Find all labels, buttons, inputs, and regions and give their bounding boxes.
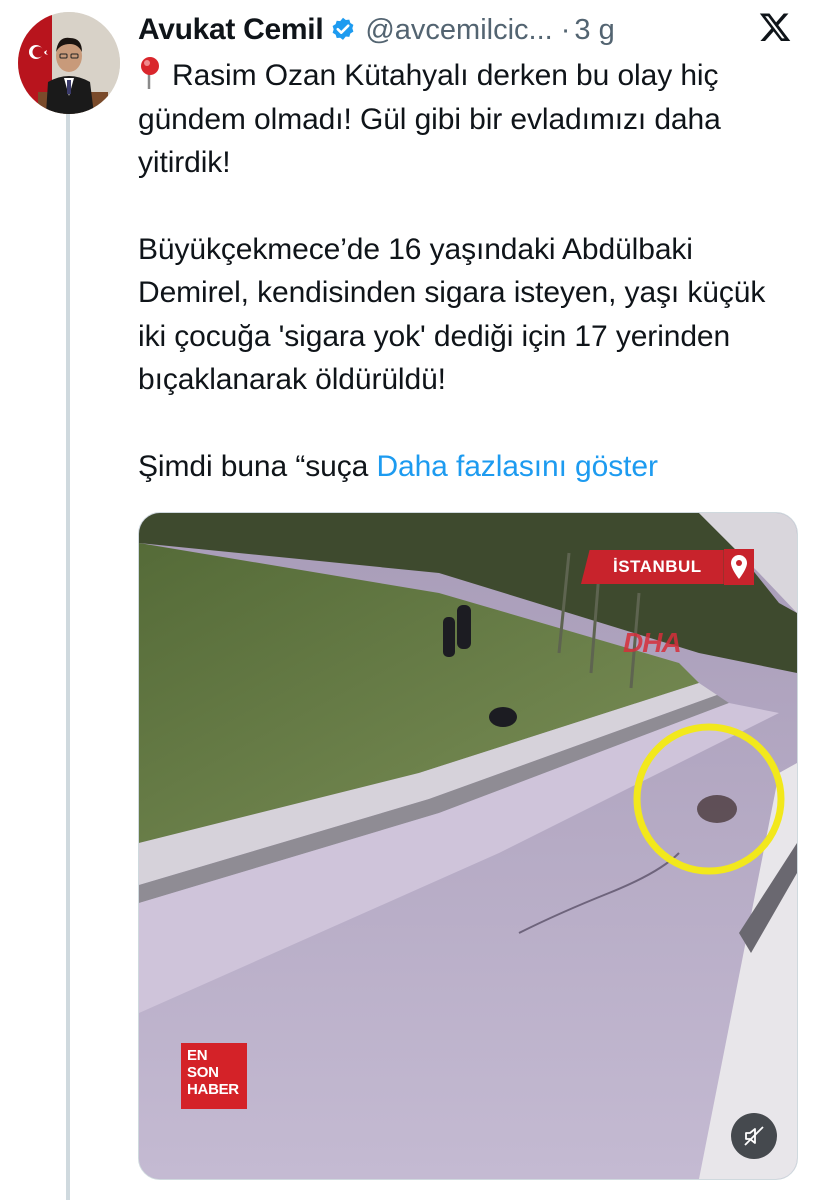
- separator-dot: ·: [560, 13, 571, 46]
- speaker-muted-icon: [744, 1126, 764, 1146]
- location-badge: İSTANBUL: [581, 549, 767, 585]
- x-logo-icon[interactable]: [757, 10, 793, 44]
- en-son-haber-logo: EN SON HABER: [181, 1043, 247, 1109]
- round-pushpin-icon: [141, 57, 159, 89]
- show-more-link[interactable]: Daha fazlasını göster: [376, 450, 658, 483]
- dha-watermark: DHA: [623, 627, 682, 658]
- tweet-paragraph-2: Büyükçekmece’de 16 yaşındaki Abdülbaki D…: [138, 232, 766, 397]
- tweet-text-line-1: Rasim Ozan Kütahyalı derken bu olay hiç …: [138, 59, 721, 179]
- logo-line-2: SON: [187, 1064, 219, 1081]
- tweet-paragraph-1: Rasim Ozan Kütahyalı derken bu olay hiç …: [138, 54, 788, 185]
- author-name[interactable]: Avukat Cemil: [138, 13, 324, 47]
- avatar-photo: [18, 12, 120, 114]
- tweet-header: Avukat Cemil @avcemilcic... · 3 g: [138, 8, 798, 52]
- video-player[interactable]: İSTANBUL DHA EN SON HABER: [138, 512, 798, 1180]
- location-label: İSTANBUL: [581, 550, 724, 584]
- verified-badge-icon: [332, 17, 354, 40]
- mute-button[interactable]: [731, 1113, 777, 1159]
- tweet-text: Rasim Ozan Kütahyalı derken bu olay hiç …: [138, 54, 788, 531]
- author-handle[interactable]: @avcemilcic...: [365, 14, 552, 47]
- thread-line: [66, 112, 70, 1200]
- tweet-paragraph-3: Şimdi buna “suça Daha fazlasını göster: [138, 445, 788, 489]
- avatar[interactable]: [18, 12, 120, 114]
- logo-line-3: HABER: [187, 1081, 239, 1098]
- tweet-text-truncated: Şimdi buna “suça: [138, 449, 369, 483]
- location-pin-icon: [723, 549, 754, 585]
- tweet-age[interactable]: 3 g: [574, 14, 614, 47]
- logo-line-1: EN: [187, 1047, 208, 1064]
